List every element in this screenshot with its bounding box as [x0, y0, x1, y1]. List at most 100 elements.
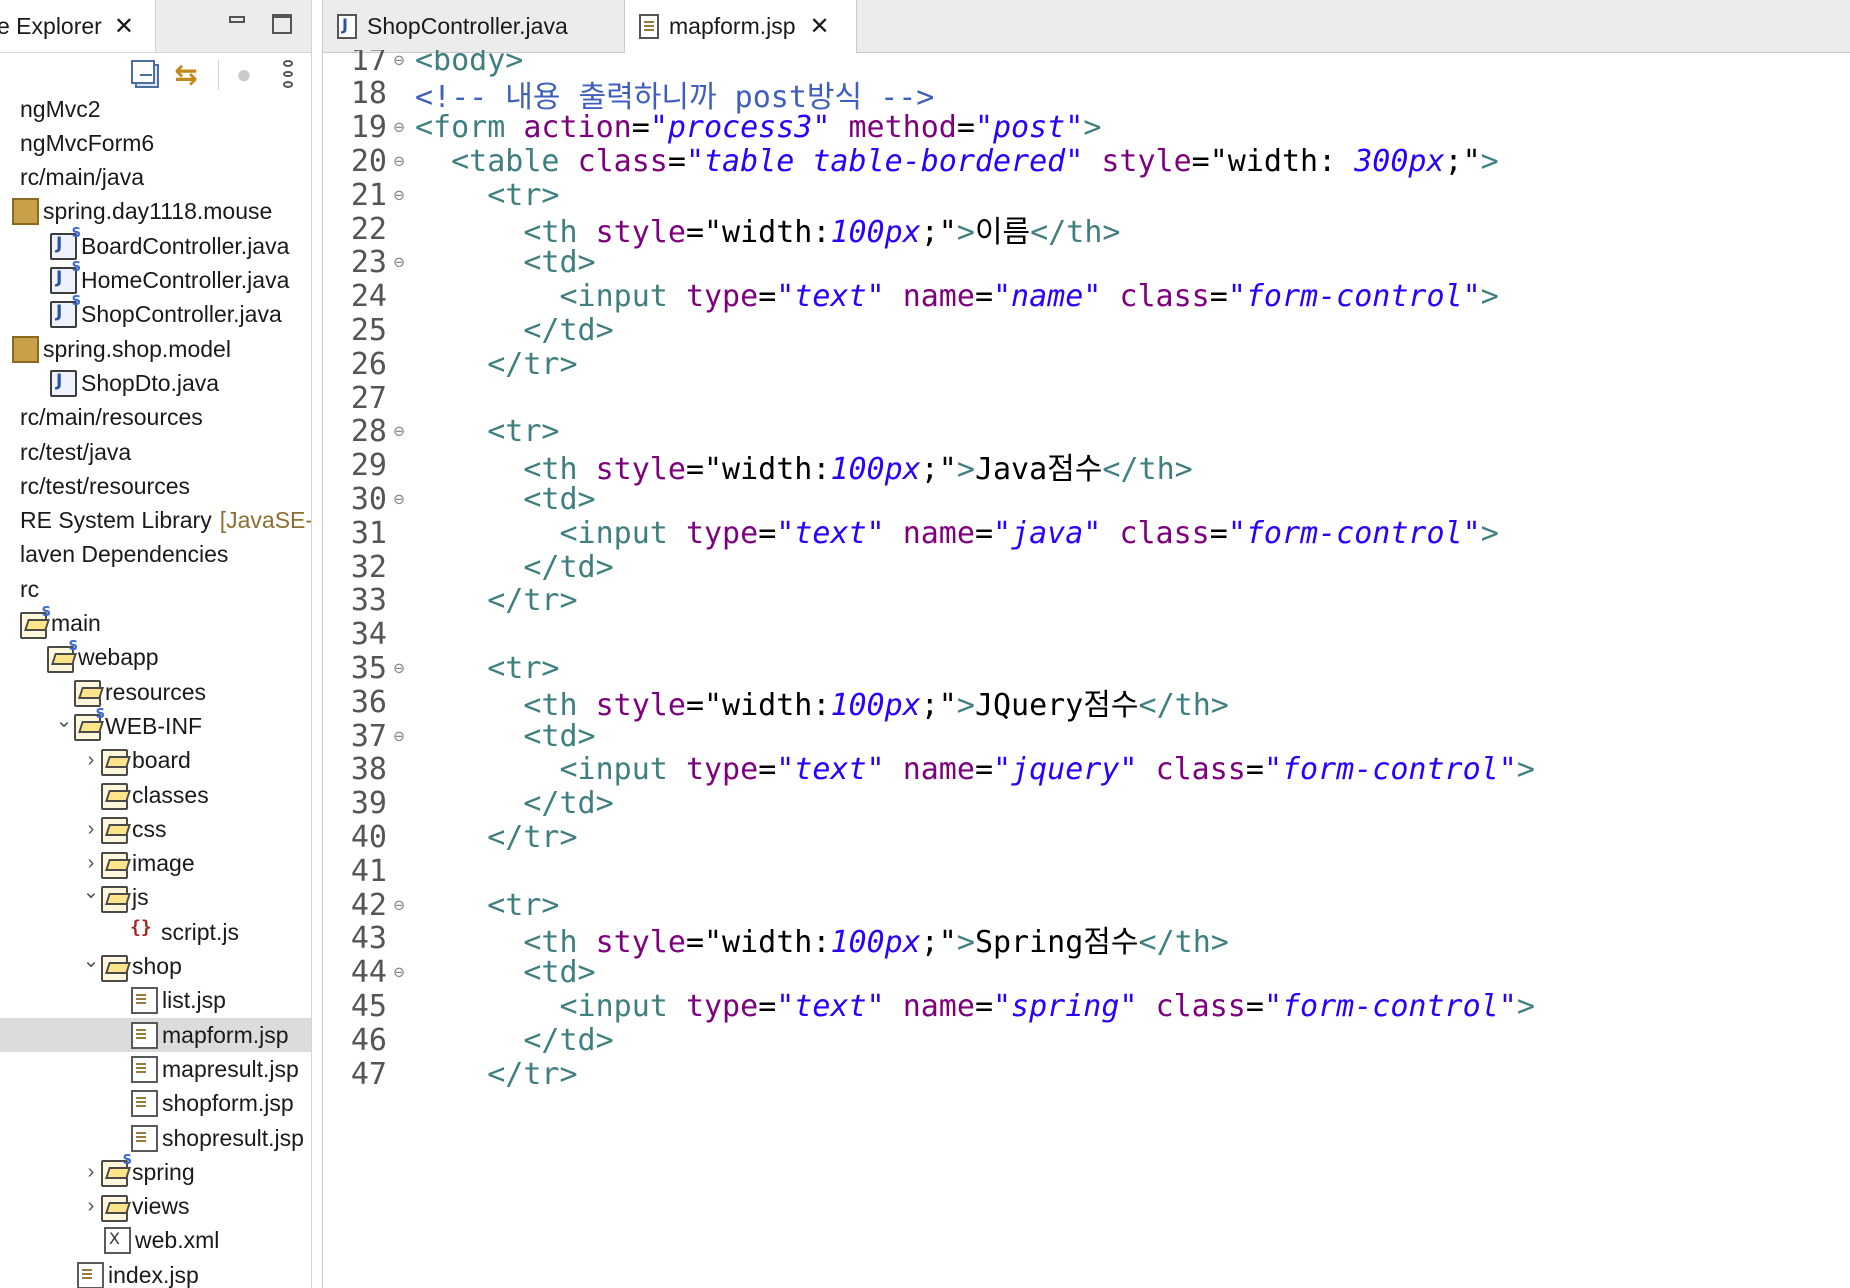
- tree-item[interactable]: › spring: [0, 1153, 311, 1189]
- chevron-down-icon[interactable]: ⌄: [54, 708, 74, 733]
- focus-task-icon[interactable]: ●: [228, 58, 260, 90]
- tree-item[interactable]: ngMvcForm6: [0, 126, 311, 160]
- explorer-tab[interactable]: e Explorer ✕: [0, 0, 156, 52]
- tree-item[interactable]: › board: [0, 744, 311, 778]
- tree-item-label: rc/test/resources: [20, 472, 190, 499]
- line-number: 33: [350, 583, 387, 619]
- code-token: "java": [993, 515, 1102, 551]
- chevron-down-icon[interactable]: ⌄: [81, 879, 101, 904]
- tree-item[interactable]: ShopDto.java: [0, 366, 311, 400]
- line-number: 21: [350, 177, 387, 213]
- tree-item-label: ngMvc2: [20, 95, 101, 122]
- chevron-right-icon[interactable]: ›: [81, 818, 101, 841]
- jsp-file-icon: [131, 1124, 158, 1152]
- chevron-right-icon[interactable]: ›: [81, 1161, 101, 1184]
- tree-item[interactable]: RE System Library [JavaSE-1.6: [0, 504, 311, 538]
- line-number: 45: [350, 988, 387, 1024]
- chevron-right-icon[interactable]: ›: [81, 852, 101, 875]
- tree-item[interactable]: script.js: [0, 915, 311, 949]
- code-editor[interactable]: 17 ⊖ <body> 18 <!-- 내용 출력하니까 post방식 --> 19 ⊖ <f…: [323, 50, 1850, 1288]
- folder-icon: [101, 1194, 128, 1222]
- tree-item[interactable]: rc/test/java: [0, 435, 311, 469]
- tab-mapform-jsp[interactable]: mapform.jsp ✕: [625, 0, 857, 53]
- tree-item[interactable]: web.xml: [0, 1224, 311, 1258]
- tree-item[interactable]: ngMvc2: [0, 92, 311, 126]
- code-token: =: [974, 279, 993, 315]
- code-token: =: [1245, 752, 1264, 788]
- code-token: </td>: [523, 549, 614, 585]
- tree-item[interactable]: list.jsp: [0, 984, 311, 1018]
- tree-item[interactable]: ShopController.java: [0, 294, 311, 332]
- fold-toggle-icon[interactable]: ⊖: [387, 50, 411, 71]
- fold-toggle-icon[interactable]: ⊖: [387, 151, 411, 172]
- tree-item-label: shopresult.jsp: [162, 1124, 304, 1151]
- minimize-icon[interactable]: [226, 10, 248, 32]
- tree-item-label: list.jsp: [162, 987, 226, 1014]
- maximize-icon[interactable]: [272, 14, 292, 34]
- line-number: 35: [350, 650, 387, 686]
- tree-item[interactable]: resources: [0, 675, 311, 709]
- line-number: 38: [350, 752, 387, 788]
- close-icon[interactable]: ✕: [114, 12, 134, 41]
- fold-toggle-icon[interactable]: ⊖: [387, 185, 411, 206]
- tree-item[interactable]: laven Dependencies: [0, 538, 311, 572]
- tree-item-label: resources: [105, 678, 206, 705]
- fold-toggle-icon[interactable]: ⊖: [387, 421, 411, 442]
- fold-toggle-icon[interactable]: ⊖: [387, 895, 411, 916]
- fold-toggle-icon[interactable]: ⊖: [387, 726, 411, 747]
- tree-item[interactable]: mapresult.jsp: [0, 1052, 311, 1086]
- line-number: 19: [350, 110, 387, 146]
- folder-icon: [101, 817, 128, 845]
- code-token: "jquery": [993, 752, 1138, 788]
- tree-item[interactable]: ⌄ js: [0, 881, 311, 915]
- chevron-right-icon[interactable]: ›: [81, 1195, 101, 1218]
- tree-item[interactable]: ⌄ WEB-INF: [0, 707, 311, 743]
- tree-item[interactable]: ⌄ shop: [0, 950, 311, 984]
- code-token: <input: [559, 752, 686, 788]
- close-icon[interactable]: ✕: [810, 12, 830, 41]
- tree-item[interactable]: rc/main/resources: [0, 401, 311, 435]
- fold-toggle-icon[interactable]: ⊖: [387, 252, 411, 273]
- code-text: </tr>: [411, 820, 577, 855]
- tree-item[interactable]: › views: [0, 1190, 311, 1224]
- view-menu-icon[interactable]: [272, 58, 304, 90]
- chevron-right-icon[interactable]: ›: [81, 749, 101, 772]
- jsp-file-icon: [639, 14, 659, 39]
- tree-item[interactable]: classes: [0, 778, 311, 812]
- tree-item[interactable]: HomeController.java: [0, 260, 311, 298]
- code-token: </tr>: [487, 583, 578, 619]
- tree-item[interactable]: rc/test/resources: [0, 469, 311, 503]
- fold-toggle-icon[interactable]: ⊖: [387, 962, 411, 983]
- code-token: <td>: [523, 718, 596, 754]
- link-with-editor-icon[interactable]: ⇆: [170, 58, 202, 90]
- fold-toggle-icon[interactable]: ⊖: [387, 658, 411, 679]
- tree-item[interactable]: rc/main/java: [0, 161, 311, 195]
- code-text: </td>: [411, 549, 614, 585]
- tree-item[interactable]: BoardController.java: [0, 226, 311, 263]
- chevron-down-icon[interactable]: ⌄: [81, 948, 101, 973]
- code-token: =: [758, 752, 777, 788]
- fold-toggle-icon[interactable]: ⊖: [387, 117, 411, 138]
- tree-item[interactable]: webapp: [0, 639, 311, 675]
- tree-item[interactable]: mapform.jsp: [0, 1018, 311, 1053]
- tree-item[interactable]: shopresult.jsp: [0, 1121, 311, 1155]
- tree-item-label: spring.shop.model: [43, 335, 231, 362]
- tree-item[interactable]: spring.shop.model: [0, 332, 311, 366]
- tree-item[interactable]: shopform.jsp: [0, 1087, 311, 1121]
- tree-item-label: script.js: [161, 918, 239, 945]
- tree-item[interactable]: › image: [0, 847, 311, 881]
- fold-toggle-icon[interactable]: ⊖: [387, 489, 411, 510]
- code-token: "text": [776, 515, 885, 551]
- tree-item[interactable]: spring.day1118.mouse: [0, 195, 311, 229]
- code-token: "table table-bordered": [685, 143, 1084, 179]
- collapse-all-icon[interactable]: [128, 58, 160, 90]
- tree-item[interactable]: › css: [0, 812, 311, 846]
- tree-item[interactable]: rc: [0, 572, 311, 606]
- tab-shop-controller-java[interactable]: ShopController.java: [323, 0, 625, 52]
- tree-item[interactable]: main: [0, 605, 311, 641]
- code-token: >: [1480, 279, 1499, 315]
- tree-item[interactable]: index.jsp: [0, 1258, 311, 1288]
- code-token: </tr>: [487, 1056, 578, 1092]
